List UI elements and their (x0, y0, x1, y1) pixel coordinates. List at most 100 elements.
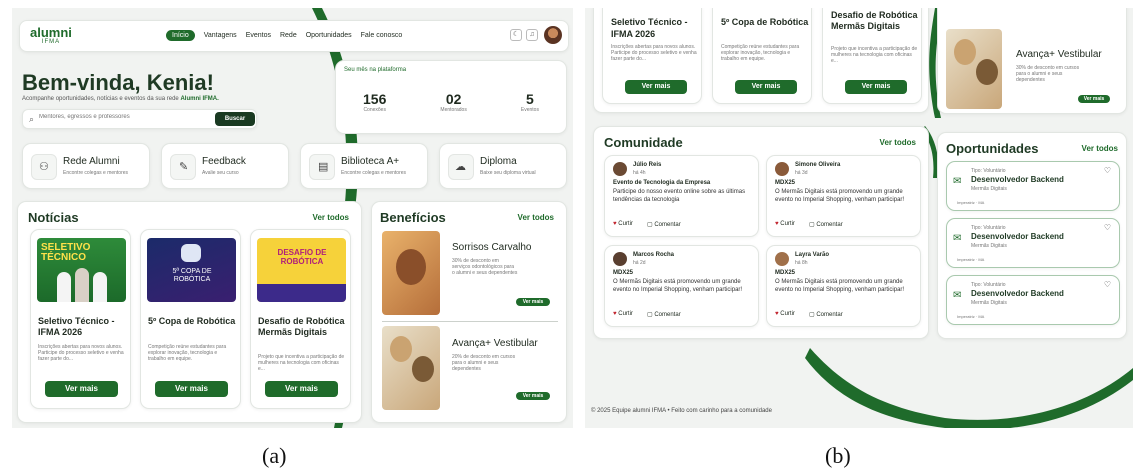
benefit-ver-mais-button[interactable]: Ver mais (516, 392, 550, 400)
news-image-seletivo: SELETIVO TÉCNICO (37, 238, 126, 302)
benefits-see-all-link[interactable]: Ver todos (518, 213, 554, 222)
benefit-ver-mais-button[interactable]: Ver mais (516, 298, 550, 306)
stat-value: 156 (363, 91, 387, 107)
like-button[interactable]: ♥ Curtir (775, 221, 795, 227)
opportunity-card[interactable]: ✉ Tipo: Voluntário Desenvolvedor Backend… (946, 275, 1120, 325)
like-label: Curtir (780, 311, 795, 317)
benefit-title: Avança+ Vestibular (452, 338, 538, 349)
news-card-desc: Competição reúne estudantes para explora… (148, 344, 227, 362)
like-button[interactable]: ♥ Curtir (613, 311, 633, 317)
nav-vantagens[interactable]: Vantagens (204, 32, 237, 39)
benefit-image-vestibular (946, 29, 1002, 109)
like-button[interactable]: ♥ Curtir (613, 221, 633, 227)
quick-link-rede-alumni[interactable]: ⚇ Rede Alumni Encontre colegas e mentore… (22, 143, 150, 189)
opportunities-see-all-link[interactable]: Ver todos (1082, 144, 1118, 153)
comment-icon: ▢ (809, 222, 815, 228)
briefcase-icon: ✉ (953, 233, 962, 244)
news-card-title: Desafio de Robótica Mermãs Digitais (831, 10, 918, 31)
panel-a-dashboard: alumni IFMA Início Vantagens Eventos Red… (12, 8, 573, 428)
stat-value: 02 (445, 91, 462, 107)
quick-link-sub: Avalie seu curso (202, 170, 239, 176)
search-button[interactable]: Buscar (215, 112, 255, 126)
nav-rede[interactable]: Rede (280, 32, 297, 39)
opportunity-type: Tipo: Voluntário (971, 225, 1006, 231)
book-icon: ▤ (309, 154, 335, 180)
community-post: Júlio Reis há 4h Evento de Tecnologia da… (604, 155, 759, 237)
like-button[interactable]: ♥ Curtir (775, 311, 795, 317)
heart-outline-icon[interactable]: ♡ (1104, 166, 1111, 175)
like-label: Curtir (780, 221, 795, 227)
quick-link-biblioteca[interactable]: ▤ Biblioteca A+ Encontre colegas e mento… (300, 143, 428, 189)
logo[interactable]: alumni IFMA (30, 26, 72, 45)
bell-icon[interactable]: ♫ (526, 29, 538, 41)
news-card-ver-mais-button[interactable]: Ver mais (45, 381, 118, 397)
welcome-subtitle-text: Acompanhe oportunidades, notícias e even… (22, 96, 181, 102)
news-section: Notícias Ver todos SELETIVO TÉCNICO Sele… (17, 201, 362, 423)
moon-icon[interactable]: ☾ (510, 29, 522, 41)
quick-link-feedback[interactable]: ✎ Feedback Avalie seu curso (161, 143, 289, 189)
avatar (613, 162, 627, 176)
benefits-section: Benefícios Ver todos Sorrisos Carvalho 3… (371, 201, 567, 423)
news-card-ver-mais-button[interactable]: Ver mais (265, 381, 338, 397)
opportunity-org: Mermãs Digitais (971, 243, 1007, 249)
post-time: há 3d (795, 170, 808, 176)
comment-button[interactable]: ▢ Comentar (809, 221, 843, 228)
comment-button[interactable]: ▢ Comentar (647, 311, 681, 318)
comment-icon: ▢ (647, 312, 653, 318)
news-card-title: 5º Copa de Robótica (148, 316, 236, 326)
post-author[interactable]: Júlio Reis (633, 162, 661, 168)
news-see-all-link[interactable]: Ver todos (313, 213, 349, 222)
post-author[interactable]: Marcos Rocha (633, 252, 674, 258)
community-post: Simone Oliveira há 3d MDX25 O Mermãs Dig… (766, 155, 921, 237)
benefit-image-sorrisos (382, 231, 440, 315)
community-see-all-link[interactable]: Ver todos (880, 138, 916, 147)
heart-outline-icon[interactable]: ♡ (1104, 223, 1111, 232)
news-card-ver-mais-button[interactable]: Ver mais (845, 80, 907, 94)
opportunities-section: Oportunidades Ver todos ✉ Tipo: Voluntár… (937, 132, 1127, 339)
nav-eventos[interactable]: Eventos (246, 32, 271, 39)
benefit-ver-mais-button[interactable]: Ver mais (1078, 95, 1110, 103)
news-card: Desafio de Robótica Mermãs Digitais Proj… (822, 8, 922, 104)
nav-fale-conosco[interactable]: Fale conosco (361, 32, 403, 39)
comment-button[interactable]: ▢ Comentar (647, 221, 681, 228)
post-time: há 8h (795, 260, 808, 266)
benefits-section-continued: Avança+ Vestibular 30% de desconto em cu… (937, 8, 1127, 114)
benefits-divider (382, 321, 558, 322)
stat-label: Mentorados (440, 107, 467, 113)
post-body: O Mermãs Digitais está promovendo um gra… (613, 279, 743, 293)
post-headline: MDX25 (775, 180, 796, 186)
post-author[interactable]: Simone Oliveira (795, 162, 840, 168)
community-post: Marcos Rocha há 2d MDX25 O Mermãs Digita… (604, 245, 759, 327)
stat-value: 5 (526, 91, 534, 107)
opportunity-card[interactable]: ✉ Tipo: Voluntário Desenvolvedor Backend… (946, 218, 1120, 268)
avatar[interactable] (544, 26, 562, 44)
news-card-ver-mais-button[interactable]: Ver mais (735, 80, 797, 94)
post-time: há 2d (633, 260, 646, 266)
opportunity-title: Desenvolvedor Backend (971, 289, 1064, 298)
comment-button[interactable]: ▢ Comentar (809, 311, 843, 318)
stat-mentees: 02 Mentorados (440, 91, 466, 113)
panel-b-dashboard-scrolled: Seletivo Técnico - IFMA 2026 Inscrições … (585, 8, 1133, 428)
search-input[interactable] (39, 114, 209, 120)
news-title: Notícias (28, 210, 79, 225)
news-card-ver-mais-button[interactable]: Ver mais (625, 80, 687, 94)
post-body: O Mermãs Digitais está promovendo um gra… (775, 189, 905, 203)
nav-inicio[interactable]: Início (166, 30, 195, 41)
news-card-ver-mais-button[interactable]: Ver mais (155, 381, 228, 397)
quick-link-sub: Encontre colegas e mentores (341, 170, 407, 176)
people-icon: ⚇ (31, 154, 57, 180)
nav-oportunidades[interactable]: Oportunidades (306, 32, 352, 39)
stat-label: Eventos (520, 107, 539, 113)
opportunity-org: Mermãs Digitais (971, 186, 1007, 192)
news-card-desc: Competição reúne estudantes para explora… (721, 44, 800, 62)
quick-link-diploma[interactable]: ☁ Diploma Baixe seu diploma virtual (439, 143, 567, 189)
heart-outline-icon[interactable]: ♡ (1104, 280, 1111, 289)
quick-link-title: Diploma (480, 156, 517, 167)
logo-main: alumni (30, 25, 72, 40)
search-icon: ⌕ (29, 114, 35, 124)
heart-icon: ♥ (775, 311, 779, 317)
comment-label: Comentar (654, 312, 681, 318)
opportunity-card[interactable]: ✉ Tipo: Voluntário Desenvolvedor Backend… (946, 161, 1120, 211)
welcome-subtitle-brand: Alumni IFMA. (180, 96, 219, 102)
post-author[interactable]: Layra Varão (795, 252, 829, 258)
